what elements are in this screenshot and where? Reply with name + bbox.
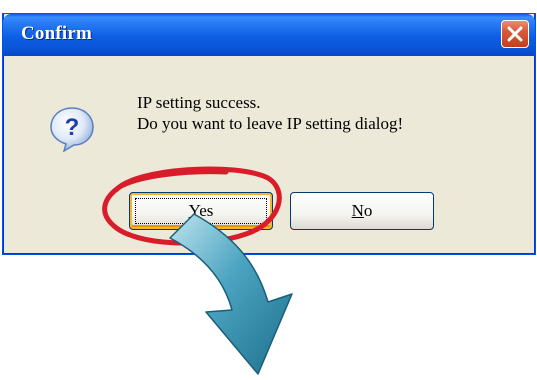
title-bar[interactable]: Confirm: [3, 14, 535, 56]
message-text: IP setting success. Do you want to leave…: [137, 92, 403, 134]
no-mnemonic: N: [351, 201, 364, 220]
svg-text:?: ?: [65, 114, 80, 141]
close-icon: [507, 26, 523, 42]
curved-down-arrow-icon: [169, 213, 293, 375]
message-line-1: IP setting success.: [137, 93, 261, 112]
no-button-label: No: [352, 201, 373, 220]
message-line-2: Do you want to leave IP setting dialog!: [137, 114, 404, 133]
question-icon: ?: [50, 107, 94, 152]
dialog-title: Confirm: [21, 23, 93, 44]
no-label-rest: o: [363, 201, 373, 220]
close-button[interactable]: [501, 20, 529, 48]
